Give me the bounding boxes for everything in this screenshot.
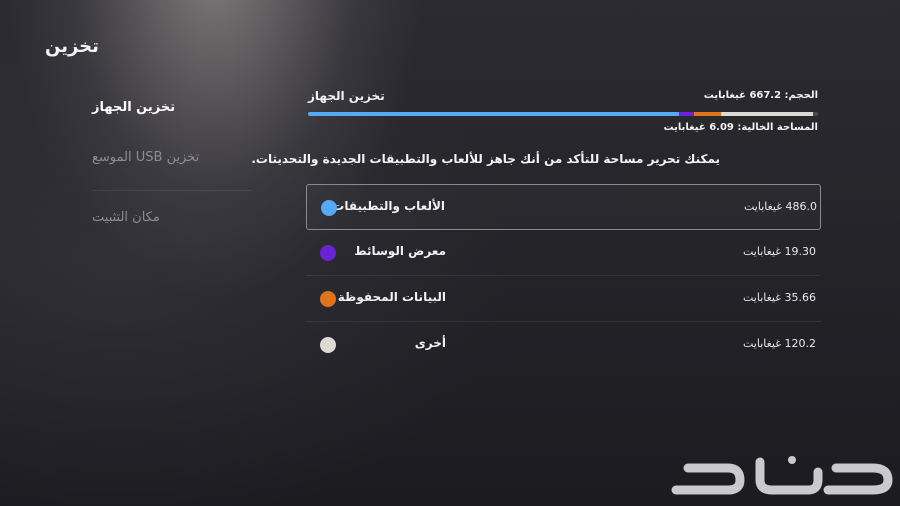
category-row-other[interactable]: 120.2 غيغابايت أخرى: [306, 322, 821, 368]
usage-segment-2: [694, 112, 722, 116]
category-size: 486.0 غيغابايت: [744, 200, 818, 213]
usage-segment-0: [308, 112, 680, 116]
saved-data-color-dot-icon: [320, 291, 336, 307]
media-color-dot-icon: [320, 245, 336, 261]
category-size: 120.2 غيغابايت: [743, 337, 817, 350]
free-space-text: المساحة الخالية: 6.09 غيغابايت: [663, 122, 818, 133]
page-title: تخزين: [45, 36, 99, 57]
category-label: الألعاب والتطبيقات: [332, 199, 445, 213]
category-row-games-apps[interactable]: 486.0 غيغابايت الألعاب والتطبيقات: [306, 184, 821, 230]
free-up-space-info: يمكنك تحرير مساحة للتأكد من أنك جاهز للأ…: [251, 152, 720, 166]
category-label: معرض الوسائط: [354, 244, 446, 258]
other-color-dot-icon: [320, 337, 336, 353]
menu-item-console-storage[interactable]: تخزين الجهاز: [92, 100, 175, 115]
storage-usage-bar: [308, 112, 818, 116]
games-color-dot-icon: [321, 200, 337, 216]
category-size: 35.66 غيغابايت: [743, 291, 817, 304]
haraj-watermark-logo: [671, 456, 893, 495]
capacity-text: الحجم: 667.2 غيغابايت: [703, 90, 818, 101]
category-row-saved-data[interactable]: 35.66 غيغابايت البيانات المحفوظة: [306, 276, 821, 322]
usage-segment-3: [721, 112, 814, 116]
menu-item-install-location[interactable]: مكان التثبيت: [92, 210, 160, 225]
menu-divider: [92, 190, 252, 191]
storage-category-list: 486.0 غيغابايت الألعاب والتطبيقات 19.30 …: [306, 184, 821, 368]
usage-segment-1: [679, 112, 695, 116]
category-row-media-gallery[interactable]: 19.30 غيغابايت معرض الوسائط: [306, 230, 821, 276]
category-label: البيانات المحفوظة: [337, 290, 446, 304]
category-size: 19.30 غيغابايت: [743, 245, 817, 258]
category-label: أخرى: [414, 336, 446, 350]
menu-item-usb-extended-storage[interactable]: تخزين USB الموسع: [92, 150, 199, 165]
storage-section-title: تخزين الجهاز: [308, 89, 385, 103]
